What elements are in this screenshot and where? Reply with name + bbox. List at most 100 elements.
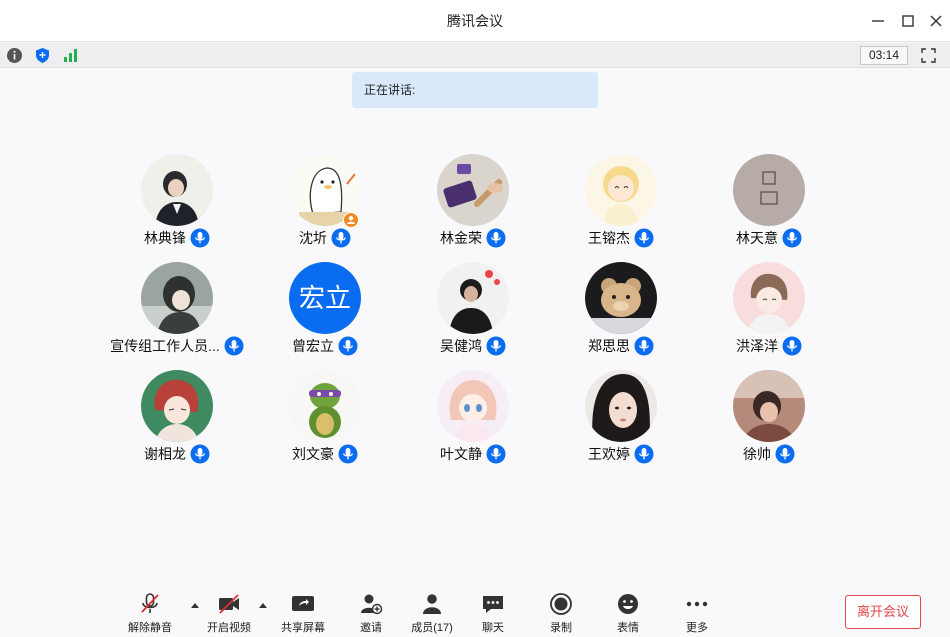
share-screen-label: 共享屏幕 — [281, 622, 325, 634]
participant-name-row: 洪泽洋 — [695, 336, 843, 358]
mic-icon — [782, 228, 802, 248]
signal-strength-icon[interactable] — [62, 47, 79, 64]
participant-name-row: 林典锋 — [103, 228, 251, 250]
speaking-banner: 正在讲话: — [352, 72, 598, 108]
participant-name-row: 林天意 — [695, 228, 843, 250]
participant-name: 徐帅 — [743, 446, 771, 462]
window-title: 腾讯会议 — [447, 13, 503, 29]
mic-icon — [775, 444, 795, 464]
maximize-icon[interactable] — [897, 10, 919, 32]
members-label: 成员(17) — [411, 622, 453, 634]
participant-name: 吴健鸿 — [440, 338, 482, 354]
unmute-button[interactable]: 解除静音 — [120, 593, 180, 637]
mic-icon — [634, 228, 654, 248]
participant-tile[interactable]: 沈圻 — [251, 154, 399, 254]
members-icon — [423, 594, 441, 614]
avatar — [437, 262, 509, 334]
avatar — [585, 370, 657, 442]
participant-name: 林金荣 — [440, 230, 482, 246]
participant-name-row: 叶文静 — [399, 444, 547, 466]
close-icon[interactable] — [925, 10, 947, 32]
participant-tile[interactable]: 刘文豪 — [251, 370, 399, 470]
start-video-label: 开启视频 — [207, 622, 251, 634]
video-options-caret-icon[interactable] — [258, 601, 268, 609]
invite-label: 邀请 — [360, 622, 382, 634]
more-icon — [686, 601, 708, 607]
record-icon — [550, 593, 572, 615]
participant-tile[interactable]: 郑思思 — [547, 262, 695, 362]
reactions-label: 表情 — [617, 622, 639, 634]
participant-name-row: 徐帅 — [695, 444, 843, 466]
participant-name-row: 曾宏立 — [251, 336, 399, 358]
participant-name-row: 王镕杰 — [547, 228, 695, 250]
shield-icon[interactable] — [34, 47, 51, 64]
mic-icon — [224, 336, 244, 356]
avatar — [141, 370, 213, 442]
participant-tile[interactable]: 宏立 曾宏立 — [251, 262, 399, 362]
participant-tile[interactable]: 王欢婷 — [547, 370, 695, 470]
avatar — [437, 154, 509, 226]
avatar — [585, 262, 657, 334]
participant-name: 刘文豪 — [292, 446, 334, 462]
title-bar: 腾讯会议 — [0, 0, 950, 42]
record-label: 录制 — [550, 622, 572, 634]
fullscreen-icon[interactable] — [920, 47, 937, 64]
leave-meeting-button[interactable]: 离开会议 — [845, 595, 921, 629]
reactions-button[interactable]: 表情 — [598, 593, 658, 637]
participant-name: 叶文静 — [440, 446, 482, 462]
avatar — [141, 154, 213, 226]
mic-muted-icon — [141, 593, 159, 613]
minimize-icon[interactable] — [867, 10, 889, 32]
more-button[interactable]: 更多 — [667, 593, 727, 637]
avatar — [733, 370, 805, 442]
share-screen-button[interactable]: 共享屏幕 — [273, 593, 333, 637]
participant-name: 林天意 — [736, 230, 778, 246]
mic-icon — [486, 228, 506, 248]
mic-icon — [338, 336, 358, 356]
host-badge-icon — [343, 212, 359, 228]
avatar — [733, 262, 805, 334]
participant-name: 宣传组工作人员... — [110, 338, 220, 354]
mic-icon — [634, 336, 654, 356]
participant-name: 王镕杰 — [588, 230, 630, 246]
mic-icon — [331, 228, 351, 248]
participant-tile[interactable]: 林金荣 — [399, 154, 547, 254]
avatar — [437, 370, 509, 442]
participant-tile[interactable]: 吴健鸿 — [399, 262, 547, 362]
add-user-icon — [361, 594, 383, 615]
participant-name: 林典锋 — [144, 230, 186, 246]
invite-button[interactable]: 邀请 — [341, 593, 401, 637]
participant-name-row: 王欢婷 — [547, 444, 695, 466]
participant-tile[interactable]: 谢相龙 — [103, 370, 251, 470]
record-button[interactable]: 录制 — [531, 593, 591, 637]
participant-tile[interactable]: 王镕杰 — [547, 154, 695, 254]
mic-icon — [634, 444, 654, 464]
participant-name-row: 吴健鸿 — [399, 336, 547, 358]
unmute-label: 解除静音 — [128, 622, 172, 634]
start-video-button[interactable]: 开启视频 — [199, 593, 259, 637]
participant-name: 曾宏立 — [292, 338, 334, 354]
avatar — [289, 370, 361, 442]
share-screen-icon — [292, 596, 314, 611]
meeting-timer: 03:14 — [860, 46, 908, 65]
mic-icon — [338, 444, 358, 464]
avatar — [585, 154, 657, 226]
participant-name-row: 刘文豪 — [251, 444, 399, 466]
chat-button[interactable]: 聊天 — [463, 593, 523, 637]
participant-tile[interactable]: 林典锋 — [103, 154, 251, 254]
participant-tile[interactable]: 宣传组工作人员... — [103, 262, 251, 362]
status-bar: 03:14 — [0, 43, 950, 68]
participant-tile[interactable]: 徐帅 — [695, 370, 843, 470]
participant-tile[interactable]: 叶文静 — [399, 370, 547, 470]
participant-tile[interactable]: 洪泽洋 — [695, 262, 843, 362]
participant-name: 王欢婷 — [588, 446, 630, 462]
more-label: 更多 — [686, 622, 708, 634]
participant-name: 沈圻 — [299, 230, 327, 246]
avatar — [733, 154, 805, 226]
participant-name: 郑思思 — [588, 338, 630, 354]
members-button[interactable]: 成员(17) — [402, 593, 462, 637]
chat-label: 聊天 — [482, 622, 504, 634]
emoji-icon — [618, 594, 638, 614]
participant-tile[interactable]: 林天意 — [695, 154, 843, 254]
info-icon[interactable] — [6, 47, 23, 64]
